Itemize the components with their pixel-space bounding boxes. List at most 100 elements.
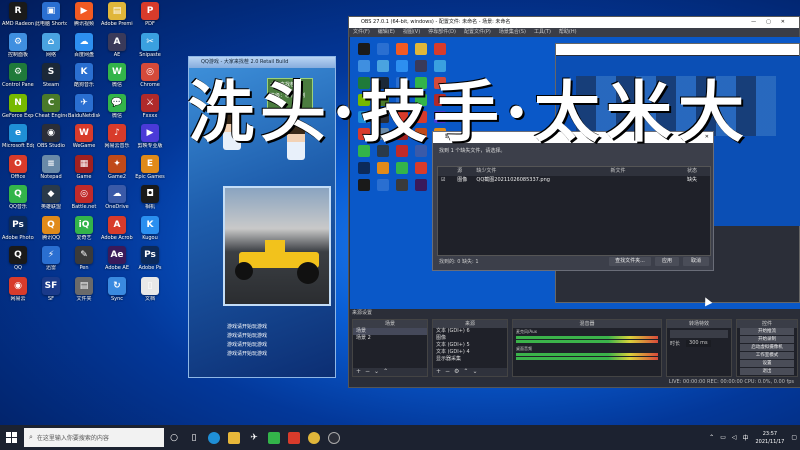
- desktop-icon[interactable]: ▤Adobe Premiere: [101, 2, 133, 33]
- menu-item[interactable]: 帮助(H): [559, 29, 577, 35]
- desktop-icon[interactable]: ⚡ 迅雷: [35, 246, 67, 277]
- desktop-icon[interactable]: W WeGame: [68, 124, 100, 155]
- clock[interactable]: 23:57 2021/11/17: [756, 430, 785, 446]
- desktop-icon[interactable]: ◉ 网易云: [2, 276, 34, 308]
- mixer-panel[interactable]: 混音器 麦克风/Aux 桌面音频: [512, 319, 662, 377]
- apply-button[interactable]: 应用: [655, 257, 679, 266]
- obs-title-bar[interactable]: OBS 27.0.1 (64-bit, windows) - 配置文件: 未命名…: [349, 17, 799, 28]
- obs-menu-bar[interactable]: 文件(F) 编辑(E) 视图(V) 停靠部件(D) 配置文件(P) 场景集合(S) 工具(T…: [349, 28, 799, 37]
- window-controls[interactable]: —▢✕: [751, 17, 795, 28]
- close-icon[interactable]: ✕: [705, 132, 709, 143]
- desktop-icon[interactable]: ◆ 英雄联盟: [35, 185, 67, 216]
- scenes-toolbar[interactable]: +−⌄⌃: [353, 368, 427, 376]
- menu-item[interactable]: 编辑(E): [378, 29, 395, 35]
- studio-mode-button[interactable]: 工作室模式: [740, 352, 794, 359]
- taskbar-search[interactable]: ⌕ 在这里输入你要搜索的内容: [24, 428, 164, 447]
- desktop-icon[interactable]: ♪ 网易云音乐: [101, 124, 133, 155]
- desktop-icon[interactable]: S Steam: [35, 63, 67, 94]
- desktop-icon[interactable]: ✈ BaiduNetdisk: [68, 93, 100, 125]
- missing-files-dialog[interactable]: 缺失文件 ✕ 找到 1 个缺失文件，请选择。 源 缺少文件 新文件 状态 ☑ 图…: [432, 131, 714, 271]
- chevron-up-icon[interactable]: ⌃: [709, 434, 714, 441]
- desktop-icon[interactable]: ↻ Sync: [101, 276, 133, 308]
- sources-toolbar[interactable]: +−⚙⌃⌄: [433, 368, 507, 376]
- taskbar-app-explorer[interactable]: [224, 425, 244, 450]
- taskbar-app-game[interactable]: [284, 425, 304, 450]
- desktop-icon[interactable]: ☁ 百度网盘: [68, 32, 100, 64]
- sources-panel[interactable]: 来源 文本 (GDI+) 6 图像 文本 (GDI+) 5 文本 (GDI+) …: [432, 319, 508, 377]
- search-folder-button[interactable]: 查找文件夹...: [609, 257, 651, 266]
- scene-item[interactable]: 场景: [353, 328, 427, 335]
- mixer-track[interactable]: 麦克风/Aux: [513, 328, 661, 343]
- desktop-icon[interactable]: Q 腾讯QQ: [35, 215, 67, 247]
- menu-item[interactable]: 工具(T): [534, 29, 551, 35]
- row-new-file[interactable]: [610, 176, 687, 185]
- transition-panel[interactable]: 转场特效 时长 300 ms: [666, 319, 732, 377]
- desktop-icon[interactable]: PsAdobe Photoshop: [2, 215, 34, 247]
- desktop-icon[interactable]: W 微信: [101, 63, 133, 94]
- desktop-icon[interactable]: A AE: [101, 32, 133, 64]
- scenes-panel[interactable]: 场景 场景 场景 2 +−⌄⌃: [352, 319, 428, 377]
- desktop-icon[interactable]: ◎ Chrome: [134, 63, 166, 94]
- volume-icon[interactable]: ◁: [732, 434, 737, 441]
- desktop-icon[interactable]: 💬 微信: [101, 93, 133, 125]
- desktop-icon[interactable]: E Epic Games: [134, 154, 166, 186]
- missing-files-table[interactable]: 源 缺少文件 新文件 状态 ☑ 图像 QQ截图20211026085337.pn…: [437, 166, 711, 256]
- menu-item[interactable]: 文件(F): [353, 29, 370, 35]
- menu-item[interactable]: 停靠部件(D): [428, 29, 456, 35]
- desktop-icon[interactable]: ✂ Snipaste: [134, 32, 166, 64]
- scene-item[interactable]: 场景 2: [353, 335, 427, 342]
- start-recording-button[interactable]: 开始录制: [740, 336, 794, 343]
- menu-item[interactable]: 场景集合(S): [499, 29, 526, 35]
- start-streaming-button[interactable]: 开始推流: [740, 328, 794, 335]
- desktop-icon[interactable]: ▯ 文档: [134, 276, 166, 308]
- task-switch-icon[interactable]: ▯: [184, 425, 204, 450]
- desktop-icon[interactable]: NGeForce Experience: [2, 93, 34, 125]
- desktop-icon[interactable]: AAdobe Acrobat: [101, 215, 133, 247]
- start-button[interactable]: [0, 425, 22, 450]
- taskbar-app-obs[interactable]: [324, 425, 344, 450]
- desktop-icon[interactable]: ⚙ 控制面板: [2, 32, 34, 64]
- exit-button[interactable]: 退出: [740, 368, 794, 375]
- taskbar-app-green[interactable]: [264, 425, 284, 450]
- source-item[interactable]: 显示器采集: [433, 356, 507, 363]
- network-icon[interactable]: ▭: [720, 434, 726, 441]
- game-window[interactable]: QQ游戏 - 大家来找茬 2.0 Retail Build 大家来找茬 等级：心…: [188, 56, 336, 378]
- desktop-icon[interactable]: ▣此电脑 Shortcut: [35, 2, 67, 33]
- desktop-icon[interactable]: ⚔ Fxxxx: [134, 93, 166, 125]
- dialog-title-bar[interactable]: 缺失文件 ✕: [433, 132, 713, 143]
- desktop-icon[interactable]: eMicrosoft Edge: [2, 124, 34, 155]
- desktop-icon[interactable]: ☁ OneDrive: [101, 185, 133, 216]
- desktop-icon[interactable]: O Office: [2, 154, 34, 186]
- desktop-icon[interactable]: Q QQ: [2, 246, 34, 277]
- notification-icon[interactable]: ▢: [791, 434, 797, 441]
- desktop-icon[interactable]: ◎ Battle.net: [68, 185, 100, 216]
- desktop-icon[interactable]: ⚙ Control Panel: [2, 63, 34, 94]
- desktop-icon[interactable]: RAMD Radeon Software: [2, 2, 34, 33]
- game-window-title[interactable]: QQ游戏 - 大家来找茬 2.0 Retail Build: [189, 57, 335, 68]
- desktop-icon[interactable]: K Kugou: [134, 215, 166, 247]
- desktop-icon[interactable]: iQ 爱奇艺: [68, 215, 100, 247]
- desktop-icon[interactable]: ▶ 腾讯视频: [68, 2, 100, 33]
- desktop-icon[interactable]: Ps Adobe Ps: [134, 246, 166, 277]
- desktop-icon[interactable]: SF SF: [35, 276, 67, 308]
- virtual-camera-button[interactable]: 启动虚拟摄像机: [740, 344, 794, 351]
- source-item[interactable]: 文本 (GDI+) 6: [433, 328, 507, 335]
- controls-panel[interactable]: 控件 开始推流 开始录制 启动虚拟摄像机 工作室模式 设置 退出: [736, 319, 798, 377]
- desktop-icon[interactable]: Q QQ音乐: [2, 185, 34, 216]
- row-checkbox[interactable]: ☑: [438, 176, 457, 185]
- task-view-icon[interactable]: ○: [164, 425, 184, 450]
- desktop-icon[interactable]: ▶ 剪映专业版: [134, 124, 166, 155]
- source-item[interactable]: 文本 (GDI+) 4: [433, 349, 507, 356]
- racing-photo[interactable]: [223, 186, 331, 306]
- cancel-button[interactable]: 取消: [683, 257, 709, 266]
- source-item[interactable]: 图像: [433, 335, 507, 342]
- input-language[interactable]: 中: [742, 433, 748, 442]
- menu-item[interactable]: 视图(V): [403, 29, 420, 35]
- settings-button[interactable]: 设置: [740, 360, 794, 367]
- desktop-icon[interactable]: P PDF: [134, 2, 166, 33]
- menu-item[interactable]: 配置文件(P): [464, 29, 491, 35]
- desktop-icon[interactable]: C Cheat Engine: [35, 93, 67, 125]
- desktop-icon[interactable]: Ae Adobe AE: [101, 246, 133, 277]
- desktop-icon[interactable]: ≡ Notepad: [35, 154, 67, 186]
- game-window-body[interactable]: 大家来找茬 等级：心相系列 游戏请开始玩游戏 游戏请开始玩游戏 游戏请开始玩游戏…: [189, 68, 335, 377]
